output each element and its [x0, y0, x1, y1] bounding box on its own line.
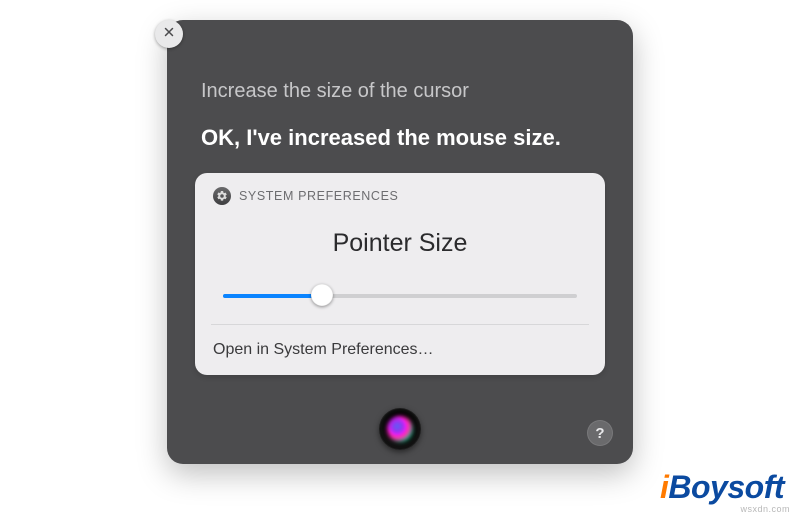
pointer-size-title: Pointer Size [213, 229, 587, 258]
slider-fill [223, 294, 322, 298]
open-in-system-preferences-link[interactable]: Open in System Preferences… [213, 337, 587, 361]
watermark-accent: i [660, 469, 668, 506]
siri-orb-button[interactable] [379, 408, 421, 450]
siri-user-query: Increase the size of the cursor [201, 80, 605, 103]
card-source-label: SYSTEM PREFERENCES [239, 189, 398, 203]
screenshot-stage: Increase the size of the cursor OK, I've… [0, 0, 800, 514]
watermark-logo: iBoysoft [660, 469, 784, 506]
watermark-text: Boysoft [668, 469, 784, 506]
siri-wave-icon [387, 416, 413, 442]
close-icon [163, 25, 175, 43]
close-button[interactable] [155, 20, 183, 48]
system-preferences-card: SYSTEM PREFERENCES Pointer Size Open in … [195, 173, 605, 375]
siri-response: OK, I've increased the mouse size. [201, 125, 605, 151]
siri-panel: Increase the size of the cursor OK, I've… [167, 20, 633, 464]
help-button[interactable]: ? [587, 420, 613, 446]
divider [211, 324, 589, 325]
gear-icon [213, 187, 231, 205]
card-header: SYSTEM PREFERENCES [213, 187, 587, 205]
pointer-size-slider[interactable] [223, 286, 577, 306]
slider-thumb[interactable] [311, 284, 333, 306]
watermark-site: wsxdn.com [740, 504, 790, 514]
